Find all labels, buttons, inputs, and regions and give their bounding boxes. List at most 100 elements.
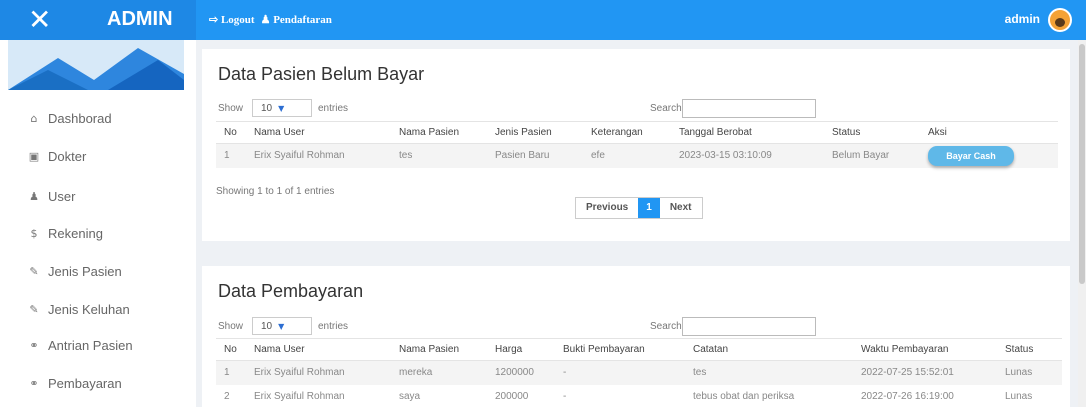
unpaid-table: No Nama User Nama Pasien Jenis Pasien Ke… bbox=[216, 121, 1058, 168]
pagination: Previous 1 Next bbox=[575, 197, 703, 219]
cell-waktu: 2022-07-26 16:19:00 bbox=[861, 391, 954, 402]
cell-nama-pasien: tes bbox=[391, 143, 487, 168]
sidebar-item-user[interactable]: ♟ User bbox=[28, 189, 75, 204]
search-label: Search: bbox=[650, 103, 685, 114]
card-title: Data Pasien Belum Bayar bbox=[218, 64, 425, 84]
search-label: Search: bbox=[650, 321, 685, 332]
column-header[interactable]: Nama Pasien bbox=[391, 338, 487, 361]
payments-table: No Nama User Nama Pasien Harga Bukti Pem… bbox=[216, 338, 1062, 407]
cell-status: Lunas bbox=[997, 360, 1062, 385]
sidebar-item-rekening[interactable]: $ Rekening bbox=[28, 226, 103, 241]
column-header[interactable]: Status bbox=[997, 338, 1062, 361]
sidebar-item-label: Dashborad bbox=[48, 111, 112, 126]
bayar-cash-button[interactable]: Bayar Cash bbox=[928, 145, 1014, 166]
cell-tanggal: 2023-03-15 03:10:09 bbox=[671, 143, 824, 168]
search-input[interactable] bbox=[682, 317, 816, 336]
table-controls: Show 10 ▼ entries Search: bbox=[218, 317, 1056, 337]
cell-status: Belum Bayar bbox=[824, 143, 920, 168]
sidebar-item-pembayaran[interactable]: ⚭ Pembayaran bbox=[28, 376, 122, 391]
cell-bukti: - bbox=[555, 360, 685, 385]
payments-card: Data Pembayaran Show 10 ▼ entries Search:… bbox=[202, 266, 1070, 407]
brand-area: ✕ ADMIN bbox=[0, 0, 196, 40]
card-title: Data Pembayaran bbox=[218, 281, 364, 301]
table-row: 1 Erix Syaiful Rohman mereka 1200000 - t… bbox=[216, 360, 1062, 385]
column-header[interactable]: Waktu Pembayaran bbox=[853, 338, 997, 361]
cell-bukti: - bbox=[563, 391, 567, 402]
table-info: Showing 1 to 1 of 1 entries bbox=[216, 186, 335, 197]
banner-graphic bbox=[8, 48, 184, 90]
sidebar-item-label: User bbox=[48, 189, 76, 204]
user-icon: ♟ bbox=[29, 190, 39, 203]
cell-no: 2 bbox=[224, 391, 230, 402]
cell-harga: 200000 bbox=[495, 391, 529, 402]
show-label: Show bbox=[218, 103, 244, 114]
close-sidebar-icon[interactable]: ✕ bbox=[28, 6, 51, 34]
sidebar-item-label: Antrian Pasien bbox=[48, 338, 133, 353]
table-row: 1 Erix Syaiful Rohman tes Pasien Baru ef… bbox=[216, 143, 1058, 168]
column-header[interactable]: Nama Pasien bbox=[391, 121, 487, 144]
sidebar-item-label: Jenis Pasien bbox=[48, 264, 122, 279]
table-controls: Show 10 ▼ entries Search: bbox=[218, 99, 1056, 119]
unpaid-patients-card: Data Pasien Belum Bayar Show 10 ▼ entries… bbox=[202, 49, 1070, 241]
register-link[interactable]: ♟ Pendaftaran bbox=[261, 13, 332, 26]
cell-aksi: Bayar Cash bbox=[920, 143, 1058, 168]
sidebar-item-jenis-pasien[interactable]: ✎ Jenis Pasien bbox=[28, 264, 122, 279]
cell-status: Lunas bbox=[1005, 391, 1033, 402]
top-links: ⇨ Logout ♟ Pendaftaran bbox=[209, 13, 332, 26]
user-name[interactable]: admin bbox=[1005, 12, 1040, 26]
cell-jenis-pasien: Pasien Baru bbox=[487, 143, 583, 168]
hospital-icon: ▣ bbox=[28, 150, 40, 163]
column-header[interactable]: Jenis Pasien bbox=[487, 121, 583, 144]
cell-no: 1 bbox=[216, 360, 246, 385]
sidebar-item-dashboard[interactable]: ⌂ Dashborad bbox=[28, 111, 112, 126]
logout-link[interactable]: ⇨ Logout bbox=[209, 13, 255, 26]
cell-harga: 1200000 bbox=[487, 360, 555, 385]
entries-label: entries bbox=[318, 103, 349, 114]
cell-nama-user: Erix Syaiful Rohman bbox=[246, 360, 391, 385]
chevron-down-icon: ▼ bbox=[278, 104, 285, 113]
page-1-button[interactable]: 1 bbox=[638, 198, 660, 218]
sidebar-item-jenis-keluhan[interactable]: ✎ Jenis Keluhan bbox=[28, 302, 129, 317]
search-input[interactable] bbox=[682, 99, 816, 118]
chevron-down-icon: ▼ bbox=[278, 322, 285, 331]
entries-select[interactable]: 10 ▼ bbox=[252, 317, 312, 335]
sidebar-item-antrian-pasien[interactable]: ⚭ Antrian Pasien bbox=[28, 338, 133, 353]
sidebar-item-dokter[interactable]: ▣ Dokter bbox=[28, 149, 87, 164]
sidebar: ⌂ Dashborad ▣ Dokter ♟ User $ Rekening ✎… bbox=[0, 40, 196, 407]
edit-icon: ✎ bbox=[29, 265, 39, 278]
column-header[interactable]: Status bbox=[824, 121, 920, 144]
scrollbar-thumb[interactable] bbox=[1079, 44, 1085, 284]
column-header[interactable]: Nama User bbox=[246, 338, 391, 361]
show-label: Show bbox=[218, 321, 244, 332]
sidebar-item-label: Dokter bbox=[48, 149, 87, 164]
cell-catatan: tes bbox=[685, 360, 853, 385]
cell-catatan: tebus obat dan periksa bbox=[693, 391, 795, 402]
home-icon: ⌂ bbox=[30, 112, 38, 125]
cell-nama-pasien: saya bbox=[399, 391, 421, 402]
users-icon: ⚭ bbox=[29, 377, 39, 390]
cell-nama-user: Erix Syaiful Rohman bbox=[246, 143, 391, 168]
cell-nama-pasien: mereka bbox=[391, 360, 487, 385]
entries-label: entries bbox=[318, 321, 349, 332]
table-header-row: No Nama User Nama Pasien Harga Bukti Pem… bbox=[216, 338, 1062, 361]
cell-keterangan: efe bbox=[583, 143, 671, 168]
column-header[interactable]: Harga bbox=[487, 338, 555, 361]
column-header[interactable]: Catatan bbox=[685, 338, 853, 361]
next-button[interactable]: Next bbox=[660, 198, 702, 218]
avatar[interactable] bbox=[1048, 8, 1072, 32]
column-header[interactable]: No bbox=[216, 121, 246, 144]
column-header[interactable]: No bbox=[216, 338, 246, 361]
sidebar-item-label: Pembayaran bbox=[48, 376, 122, 391]
dollar-icon: $ bbox=[30, 227, 38, 240]
previous-button[interactable]: Previous bbox=[576, 198, 638, 218]
column-header[interactable]: Keterangan bbox=[583, 121, 671, 144]
cell-nama-user: Erix Syaiful Rohman bbox=[254, 391, 345, 402]
column-header[interactable]: Aksi bbox=[920, 121, 1058, 144]
brand-title: ADMIN bbox=[107, 8, 173, 30]
column-header[interactable]: Tanggal Berobat bbox=[671, 121, 824, 144]
column-header[interactable]: Nama User bbox=[246, 121, 391, 144]
top-navbar: ✕ ADMIN ⇨ Logout ♟ Pendaftaran admin bbox=[0, 0, 1086, 40]
entries-select[interactable]: 10 ▼ bbox=[252, 99, 312, 117]
column-header[interactable]: Bukti Pembayaran bbox=[555, 338, 685, 361]
edit-icon: ✎ bbox=[29, 303, 39, 316]
